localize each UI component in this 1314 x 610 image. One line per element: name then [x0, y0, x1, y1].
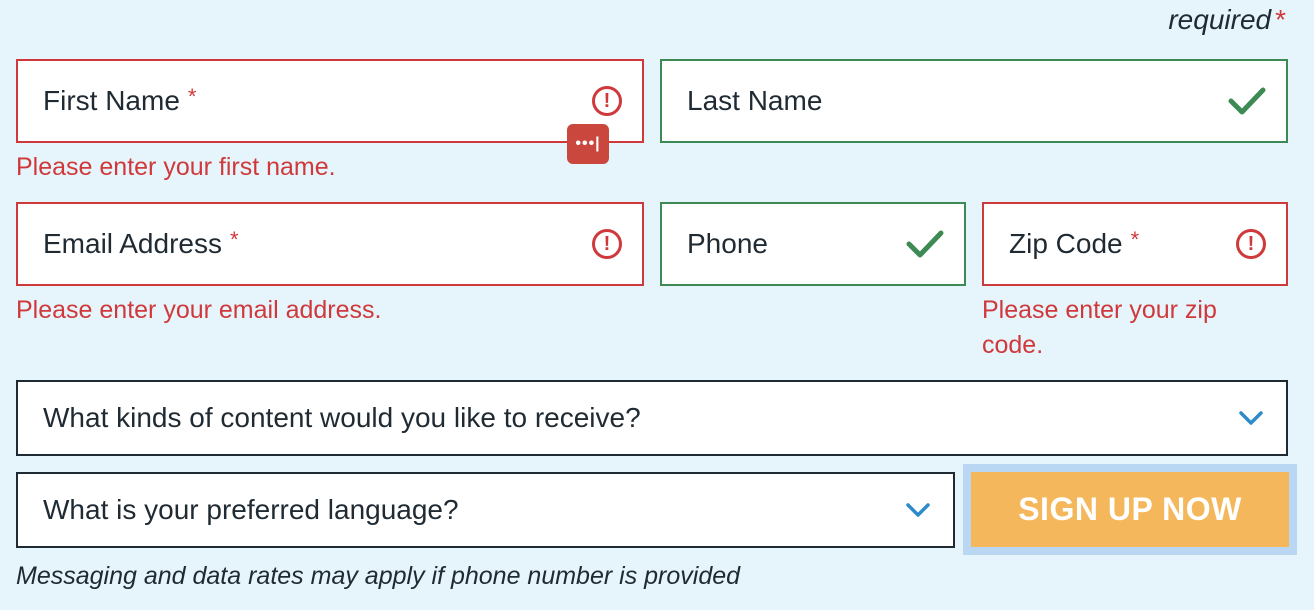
chevron-down-icon	[1239, 411, 1263, 425]
zip-code-error: Please enter your zip code.	[982, 293, 1217, 363]
first-name-label-wrap: First Name *	[43, 84, 592, 117]
sign-up-button[interactable]: SIGN UP NOW	[971, 472, 1289, 547]
language-select-label: What is your preferred language?	[43, 494, 459, 525]
zip-label: Zip Code	[1009, 228, 1123, 259]
last-name-field[interactable]: Last Name	[660, 59, 1288, 143]
check-icon	[1228, 87, 1266, 115]
first-name-field[interactable]: First Name * !	[16, 59, 644, 143]
email-required-star: *	[229, 227, 239, 252]
first-name-label: First Name	[43, 85, 180, 116]
zip-error-line-1: Please enter your zip	[982, 296, 1217, 324]
required-legend: required *	[1168, 4, 1286, 36]
zip-label-wrap: Zip Code *	[1009, 227, 1236, 260]
first-name-required-star: *	[187, 84, 197, 109]
zip-code-field[interactable]: Zip Code * !	[982, 202, 1288, 286]
last-name-label: Last Name	[687, 85, 823, 116]
phone-field[interactable]: Phone	[660, 202, 966, 286]
check-icon	[906, 230, 944, 258]
email-label: Email Address	[43, 228, 222, 259]
disclaimer-text: Messaging and data rates may apply if ph…	[16, 562, 741, 590]
signup-button-focus-ring: SIGN UP NOW	[963, 464, 1297, 555]
chevron-down-icon	[906, 503, 930, 517]
first-name-error: Please enter your first name.	[16, 153, 336, 181]
zip-error-line-2: code.	[982, 331, 1044, 359]
alert-circle-icon: !	[592, 86, 622, 116]
phone-label: Phone	[687, 228, 768, 259]
content-preference-select[interactable]: What kinds of content would you like to …	[16, 380, 1288, 456]
content-select-label: What kinds of content would you like to …	[43, 402, 641, 433]
alert-circle-icon: !	[1236, 229, 1266, 259]
email-field[interactable]: Email Address * !	[16, 202, 644, 286]
email-error: Please enter your email address.	[16, 296, 382, 324]
required-star: *	[1275, 4, 1286, 35]
zip-required-star: *	[1130, 227, 1140, 252]
required-legend-text: required	[1168, 4, 1272, 35]
language-select[interactable]: What is your preferred language?	[16, 472, 955, 548]
alert-circle-icon: !	[592, 229, 622, 259]
email-label-wrap: Email Address *	[43, 227, 592, 260]
password-manager-icon[interactable]: •••|	[567, 124, 609, 164]
